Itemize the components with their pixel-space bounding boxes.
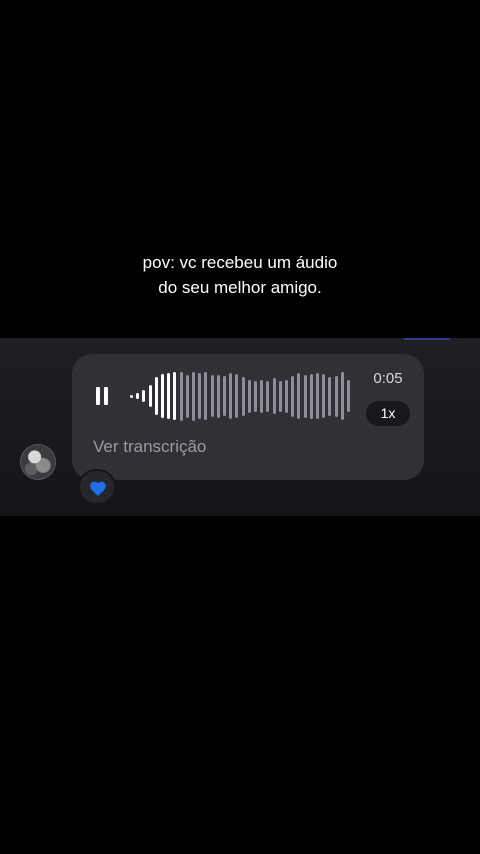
waveform-bar: [347, 380, 350, 412]
waveform-bar: [297, 373, 300, 419]
waveform-bar: [266, 381, 269, 412]
waveform-bar: [341, 372, 344, 420]
waveform-bar: [260, 380, 263, 413]
playback-speed-button[interactable]: 1x: [366, 401, 410, 426]
waveform-bar: [180, 372, 183, 421]
waveform-bar: [285, 380, 288, 413]
pause-icon: [96, 387, 100, 405]
waveform-bar: [279, 381, 282, 412]
waveform-bar: [186, 375, 189, 418]
waveform-bar: [167, 373, 170, 419]
waveform-bar: [248, 380, 251, 413]
waveform-bar: [304, 375, 307, 418]
waveform-bar: [217, 375, 220, 418]
waveform-bar: [149, 385, 152, 407]
waveform-bar: [316, 373, 319, 419]
waveform-bar: [155, 377, 158, 415]
view-transcript-link[interactable]: Ver transcrição: [93, 437, 206, 457]
chat-area-accent-line: [404, 338, 450, 340]
waveform-bar: [198, 373, 201, 419]
waveform-bar: [204, 372, 207, 420]
pause-icon-bar: [104, 387, 108, 405]
caption-line-1: pov: vc recebeu um áudio: [142, 253, 338, 272]
waveform-bar: [229, 373, 232, 419]
waveform-bar: [142, 390, 145, 402]
waveform-bar: [328, 377, 331, 416]
blue-heart-icon: [90, 481, 106, 496]
sender-avatar[interactable]: [20, 444, 56, 480]
waveform-bar: [335, 376, 338, 417]
waveform-bar: [291, 376, 294, 417]
waveform-bar: [130, 395, 133, 398]
waveform-bar: [173, 372, 176, 420]
waveform-bar: [310, 374, 313, 419]
waveform-bar: [235, 374, 238, 418]
waveform-bar: [223, 376, 226, 416]
waveform-bar: [242, 377, 245, 416]
caption-line-2: do seu melhor amigo.: [158, 278, 322, 297]
video-caption: pov: vc recebeu um áudio do seu melhor a…: [0, 250, 480, 300]
waveform-bar: [322, 374, 325, 418]
waveform-bar: [273, 378, 276, 414]
waveform-bar: [136, 393, 139, 399]
waveform-bar: [254, 381, 257, 412]
reaction-badge[interactable]: [78, 469, 116, 505]
waveform-bar: [192, 372, 195, 421]
audio-waveform[interactable]: [130, 369, 354, 423]
pause-button[interactable]: [90, 384, 114, 408]
waveform-bar: [161, 374, 164, 418]
waveform-bar: [211, 375, 214, 417]
audio-duration: 0:05: [373, 370, 403, 387]
